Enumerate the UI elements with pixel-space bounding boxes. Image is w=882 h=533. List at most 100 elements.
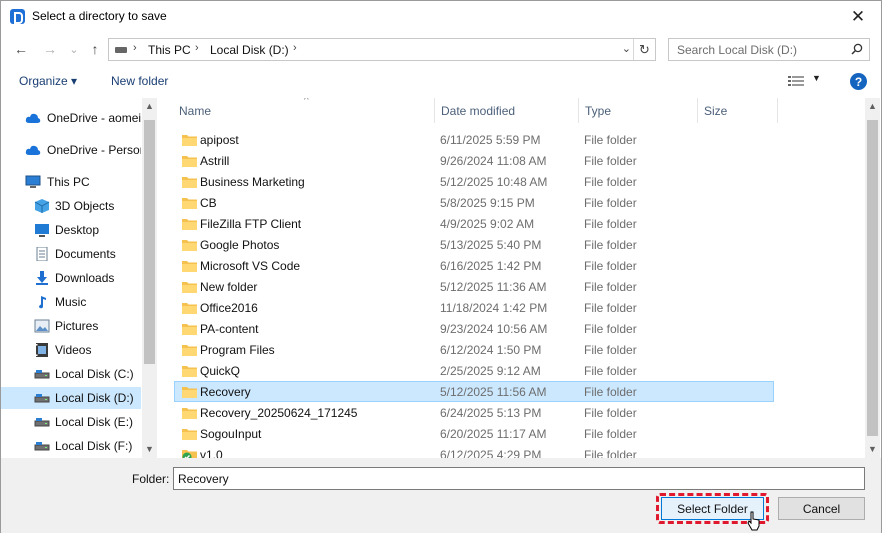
file-type: File folder bbox=[584, 175, 637, 189]
file-name: SogouInput bbox=[200, 427, 262, 441]
file-row[interactable]: Office2016 11/18/2024 1:42 PM File folder bbox=[174, 297, 774, 318]
address-dropdown-icon[interactable]: ⌄ bbox=[622, 42, 631, 55]
new-folder-button[interactable]: New folder bbox=[111, 74, 168, 88]
scroll-up-icon[interactable]: ▲ bbox=[868, 101, 877, 111]
drive-icon bbox=[34, 391, 50, 405]
file-row[interactable]: QuickQ 2/25/2025 9:12 AM File folder bbox=[174, 360, 774, 381]
breadcrumb-separator: › bbox=[293, 42, 297, 54]
help-icon[interactable]: ? bbox=[850, 73, 867, 90]
tree-item[interactable]: Local Disk (C:) bbox=[1, 363, 141, 385]
column-header-date[interactable]: Date modified bbox=[435, 98, 579, 123]
documents-icon bbox=[34, 246, 50, 262]
navigation-scrollbar[interactable]: ▲ ▼ bbox=[142, 98, 157, 458]
file-row[interactable]: Google Photos 5/13/2025 5:40 PM File folde… bbox=[174, 234, 774, 255]
tree-item[interactable]: Desktop bbox=[1, 219, 141, 241]
up-folder-icon[interactable]: ↑ bbox=[85, 39, 105, 59]
close-button[interactable]: ✕ bbox=[835, 1, 881, 32]
tree-item[interactable]: This PC bbox=[1, 171, 141, 193]
folder-icon bbox=[182, 196, 197, 209]
file-date-modified: 5/12/2025 11:36 AM bbox=[440, 280, 547, 294]
file-type: File folder bbox=[584, 238, 637, 252]
desktop-icon bbox=[34, 223, 50, 237]
tree-item[interactable]: Pictures bbox=[1, 315, 141, 337]
folder-icon bbox=[182, 217, 197, 230]
tree-item[interactable]: Local Disk (F:) bbox=[1, 435, 141, 457]
forward-icon[interactable]: → bbox=[40, 39, 60, 59]
column-header-name[interactable]: Name ^ bbox=[173, 98, 435, 123]
file-row[interactable]: Recovery_20250624_171245 6/24/2025 5:13 P… bbox=[174, 402, 774, 423]
tree-item[interactable]: Downloads bbox=[1, 267, 141, 289]
file-row[interactable]: FileZilla FTP Client 4/9/2025 9:02 AM File… bbox=[174, 213, 774, 234]
file-row[interactable]: Microsoft VS Code 6/16/2025 1:42 PM File f… bbox=[174, 255, 774, 276]
tree-item[interactable]: Music bbox=[1, 291, 141, 313]
file-type: File folder bbox=[584, 196, 637, 210]
drive-icon bbox=[115, 47, 127, 53]
view-dropdown-icon[interactable]: ▼ bbox=[812, 73, 821, 83]
tree-item[interactable]: Local Disk (D:) bbox=[1, 387, 141, 409]
organize-button[interactable]: Organize ▾ bbox=[19, 74, 77, 88]
view-options-icon[interactable] bbox=[788, 75, 804, 87]
tree-item-label: Documents bbox=[55, 247, 116, 261]
videos-icon bbox=[34, 343, 50, 357]
breadcrumb-local-disk-d[interactable]: Local Disk (D:) bbox=[210, 43, 289, 57]
file-row[interactable]: Business Marketing 5/12/2025 10:48 AM File… bbox=[174, 171, 774, 192]
file-type: File folder bbox=[584, 133, 637, 147]
tree-item[interactable]: 3D Objects bbox=[1, 195, 141, 217]
tree-item-label: Local Disk (C:) bbox=[55, 367, 134, 381]
file-list-scrollbar[interactable]: ▲ ▼ bbox=[865, 98, 880, 458]
back-icon[interactable]: ← bbox=[11, 39, 31, 59]
tree-item[interactable]: OneDrive - Person bbox=[1, 139, 141, 161]
file-type: File folder bbox=[584, 427, 637, 441]
folder-icon bbox=[182, 385, 197, 398]
file-row[interactable]: v1.0 6/12/2025 4:29 PM File folder bbox=[174, 444, 774, 458]
file-date-modified: 6/12/2025 4:29 PM bbox=[440, 448, 542, 458]
column-date-label: Date modified bbox=[441, 104, 516, 118]
file-row[interactable]: Recovery 5/12/2025 11:56 AM File folder bbox=[174, 381, 774, 402]
download-icon bbox=[34, 271, 50, 285]
folder-name-input[interactable] bbox=[173, 467, 865, 490]
file-row[interactable]: PA-content 9/23/2024 10:56 AM File folder bbox=[174, 318, 774, 339]
file-row[interactable]: Program Files 6/12/2024 1:50 PM File folde… bbox=[174, 339, 774, 360]
column-name-label: Name bbox=[179, 104, 212, 118]
file-type: File folder bbox=[584, 364, 637, 378]
search-input[interactable]: Search Local Disk (D:) bbox=[668, 38, 870, 61]
file-name: Google Photos bbox=[200, 238, 280, 252]
cancel-button[interactable]: Cancel bbox=[778, 497, 865, 520]
tree-item-label: Local Disk (E:) bbox=[55, 415, 134, 429]
file-row[interactable]: apipost 6/11/2025 5:59 PM File folder bbox=[174, 129, 774, 150]
breadcrumb-separator: › bbox=[133, 42, 137, 54]
scrollbar-thumb[interactable] bbox=[144, 120, 155, 364]
refresh-icon[interactable]: ↻ bbox=[633, 39, 655, 60]
tree-item[interactable]: OneDrive - aomei bbox=[1, 107, 141, 129]
app-logo-icon bbox=[10, 9, 25, 24]
file-list: Name ^ Date modified Type Size apipost 6/… bbox=[167, 98, 867, 458]
file-date-modified: 5/12/2025 10:48 AM bbox=[440, 175, 548, 189]
folder-icon bbox=[182, 427, 197, 440]
breadcrumb-this-pc[interactable]: This PC bbox=[148, 43, 191, 57]
scroll-down-icon[interactable]: ▼ bbox=[145, 444, 154, 454]
scrollbar-thumb[interactable] bbox=[867, 120, 878, 436]
column-header-size[interactable]: Size bbox=[698, 98, 778, 123]
file-row[interactable]: Astrill 9/26/2024 11:08 AM File folder bbox=[174, 150, 774, 171]
file-date-modified: 6/24/2025 5:13 PM bbox=[440, 406, 542, 420]
file-row[interactable]: CB 5/8/2025 9:15 PM File folder bbox=[174, 192, 774, 213]
file-row[interactable]: SogouInput 6/20/2025 11:17 AM File folder bbox=[174, 423, 774, 444]
folder-icon bbox=[182, 133, 197, 146]
scroll-down-icon[interactable]: ▼ bbox=[868, 444, 877, 454]
column-header-type[interactable]: Type bbox=[579, 98, 698, 123]
file-name: apipost bbox=[200, 133, 239, 147]
recent-locations-icon[interactable]: ⌄ bbox=[64, 39, 84, 59]
file-type: File folder bbox=[584, 385, 637, 399]
tree-item[interactable]: Local Disk (E:) bbox=[1, 411, 141, 433]
file-date-modified: 9/23/2024 10:56 AM bbox=[440, 322, 548, 336]
tree-item-label: OneDrive - Person bbox=[47, 143, 141, 157]
search-icon[interactable] bbox=[851, 43, 863, 55]
synced-folder-icon bbox=[182, 448, 197, 458]
dialog-title: Select a directory to save bbox=[32, 9, 167, 23]
file-row[interactable]: New folder 5/12/2025 11:36 AM File folder bbox=[174, 276, 774, 297]
scroll-up-icon[interactable]: ▲ bbox=[145, 101, 154, 111]
file-name: Recovery bbox=[200, 385, 251, 399]
tree-item[interactable]: Videos bbox=[1, 339, 141, 361]
address-bar[interactable]: › This PC › Local Disk (D:) › ⌄ ↻ bbox=[108, 38, 656, 61]
tree-item[interactable]: Documents bbox=[1, 243, 141, 265]
